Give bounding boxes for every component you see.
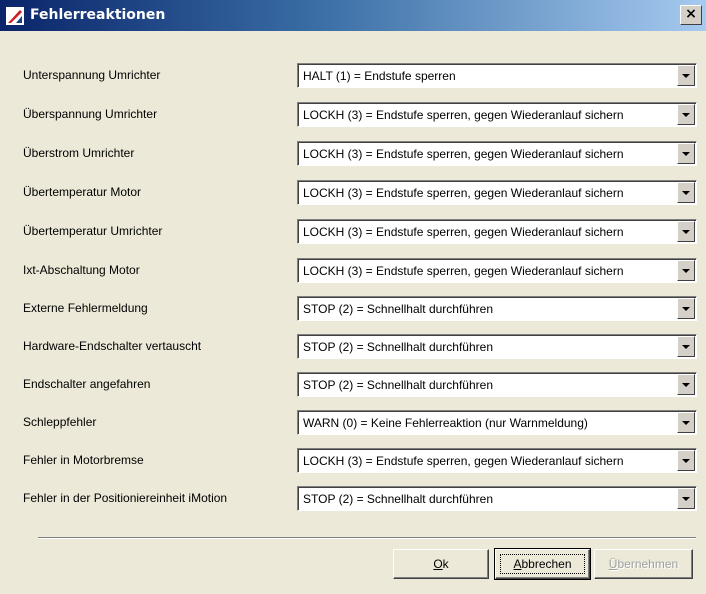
row-label: Hardware-Endschalter vertauscht (23, 339, 202, 353)
select-value: WARN (0) = Keine Fehlerreaktion (nur War… (303, 416, 588, 430)
reaction-row-ueberspannung: Überspannung Umrichter LOCKH (3) = Endst… (0, 100, 706, 130)
reaction-row-uebertemperatur-motor: Übertemperatur Motor LOCKH (3) = Endstuf… (0, 178, 706, 208)
reaction-select[interactable]: LOCKH (3) = Endstufe sperren, gegen Wied… (297, 141, 697, 166)
select-value: STOP (2) = Schnellhalt durchführen (303, 378, 493, 392)
apply-label-rest: bernehmen (617, 557, 679, 571)
chevron-down-icon[interactable] (677, 412, 695, 433)
chevron-down-icon[interactable] (677, 374, 695, 395)
reaction-row-positioniereinheit: Fehler in der Positioniereinheit iMotion… (0, 484, 706, 514)
chevron-down-icon[interactable] (677, 104, 695, 125)
chevron-down-icon[interactable] (677, 450, 695, 471)
row-label: Fehler in Motorbremse (23, 453, 144, 467)
chevron-down-icon[interactable] (677, 65, 695, 86)
ok-label-rest: k (442, 557, 449, 571)
focus-rectangle (500, 554, 585, 574)
reaction-select[interactable]: LOCKH (3) = Endstufe sperren, gegen Wied… (297, 180, 697, 205)
row-label: Endschalter angefahren (23, 377, 151, 391)
chevron-down-icon[interactable] (677, 298, 695, 319)
reaction-select[interactable]: STOP (2) = Schnellhalt durchführen (297, 372, 697, 397)
select-value: LOCKH (3) = Endstufe sperren, gegen Wied… (303, 454, 624, 468)
separator-line (38, 537, 696, 539)
reaction-row-endschalter-angefahren: Endschalter angefahren STOP (2) = Schnel… (0, 370, 706, 400)
row-label: Überstrom Umrichter (23, 146, 135, 160)
reaction-select[interactable]: HALT (1) = Endstufe sperren (297, 63, 697, 88)
row-label: Externe Fehlermeldung (23, 301, 148, 315)
select-value: HALT (1) = Endstufe sperren (303, 69, 456, 83)
close-icon: × (685, 6, 697, 22)
reaction-select[interactable]: STOP (2) = Schnellhalt durchführen (297, 334, 697, 359)
row-label: Übertemperatur Motor (23, 185, 142, 199)
app-logo-icon (6, 7, 24, 25)
reaction-select[interactable]: LOCKH (3) = Endstufe sperren, gegen Wied… (297, 258, 697, 283)
title-bar[interactable]: Fehlerreaktionen × (0, 0, 706, 31)
reaction-row-schleppfehler: Schleppfehler WARN (0) = Keine Fehlerrea… (0, 408, 706, 438)
select-value: STOP (2) = Schnellhalt durchführen (303, 302, 493, 316)
chevron-down-icon[interactable] (677, 336, 695, 357)
cancel-button[interactable]: Abbrechen (494, 548, 591, 580)
row-label: Übertemperatur Umrichter (23, 224, 163, 238)
reaction-select[interactable]: STOP (2) = Schnellhalt durchführen (297, 486, 697, 511)
reaction-select[interactable]: LOCKH (3) = Endstufe sperren, gegen Wied… (297, 102, 697, 127)
row-label: Überspannung Umrichter (23, 107, 158, 121)
reaction-row-externe-fehlermeldung: Externe Fehlermeldung STOP (2) = Schnell… (0, 294, 706, 324)
row-label: Ixt-Abschaltung Motor (23, 263, 140, 277)
reaction-row-unterspannung: Unterspannung Umrichter HALT (1) = Endst… (0, 61, 706, 91)
select-value: STOP (2) = Schnellhalt durchführen (303, 492, 493, 506)
reaction-select[interactable]: WARN (0) = Keine Fehlerreaktion (nur War… (297, 410, 697, 435)
reaction-row-hardware-endschalter: Hardware-Endschalter vertauscht STOP (2)… (0, 332, 706, 362)
row-label: Fehler in der Positioniereinheit iMotion (23, 491, 228, 505)
fehlerreaktionen-dialog: Fehlerreaktionen × Unterspannung Umricht… (0, 0, 706, 594)
chevron-down-icon[interactable] (677, 221, 695, 242)
reaction-row-uebertemperatur-umrichter: Übertemperatur Umrichter LOCKH (3) = End… (0, 217, 706, 247)
select-value: LOCKH (3) = Endstufe sperren, gegen Wied… (303, 147, 624, 161)
reaction-select[interactable]: LOCKH (3) = Endstufe sperren, gegen Wied… (297, 448, 697, 473)
reaction-row-ixt-abschaltung: Ixt-Abschaltung Motor LOCKH (3) = Endstu… (0, 256, 706, 286)
select-value: LOCKH (3) = Endstufe sperren, gegen Wied… (303, 108, 624, 122)
select-value: LOCKH (3) = Endstufe sperren, gegen Wied… (303, 264, 624, 278)
row-label: Schleppfehler (23, 415, 97, 429)
select-value: LOCKH (3) = Endstufe sperren, gegen Wied… (303, 225, 624, 239)
chevron-down-icon[interactable] (677, 182, 695, 203)
select-value: STOP (2) = Schnellhalt durchführen (303, 340, 493, 354)
close-button[interactable]: × (680, 5, 702, 25)
ok-button[interactable]: Ok (393, 549, 489, 579)
reaction-select[interactable]: STOP (2) = Schnellhalt durchführen (297, 296, 697, 321)
reaction-select[interactable]: LOCKH (3) = Endstufe sperren, gegen Wied… (297, 219, 697, 244)
chevron-down-icon[interactable] (677, 488, 695, 509)
window-title: Fehlerreaktionen (30, 7, 166, 23)
ok-mnemonic: O (433, 557, 443, 571)
chevron-down-icon[interactable] (677, 260, 695, 281)
reaction-row-motorbremse: Fehler in Motorbremse LOCKH (3) = Endstu… (0, 446, 706, 476)
chevron-down-icon[interactable] (677, 143, 695, 164)
select-value: LOCKH (3) = Endstufe sperren, gegen Wied… (303, 186, 624, 200)
reaction-row-ueberstrom: Überstrom Umrichter LOCKH (3) = Endstufe… (0, 139, 706, 169)
apply-button[interactable]: Übernehmen (594, 549, 693, 579)
row-label: Unterspannung Umrichter (23, 68, 161, 82)
